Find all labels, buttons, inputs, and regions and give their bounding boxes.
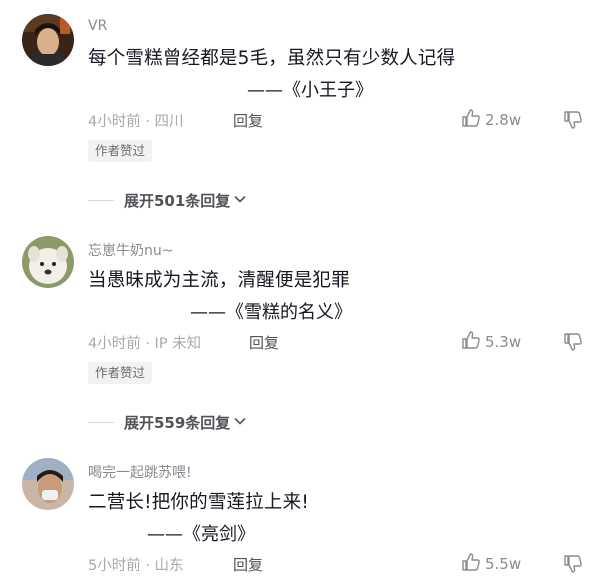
dislike-button[interactable] xyxy=(563,110,583,134)
dislike-button[interactable] xyxy=(563,554,583,578)
comment-text: 当愚昧成为主流，清醒便是犯罪 xyxy=(88,270,350,291)
chevron-down-icon xyxy=(233,191,247,210)
thumbs-up-icon xyxy=(461,330,481,354)
thumbs-up-icon xyxy=(461,108,481,132)
like-button[interactable]: 5.3w xyxy=(461,330,521,354)
thumbs-down-icon xyxy=(563,111,583,134)
like-count: 2.8w xyxy=(485,111,522,129)
divider xyxy=(88,422,114,423)
author-liked-badge: 作者赞过 xyxy=(88,140,153,162)
expand-replies-label: 展开501条回复 xyxy=(124,192,231,210)
thumbs-down-icon xyxy=(563,333,583,356)
comment-time-location: 4小时前 · 四川 xyxy=(88,114,184,130)
like-count: 5.3w xyxy=(485,333,522,351)
like-count: 5.5w xyxy=(485,555,522,573)
comment-text: 每个雪糕曾经都是5毛，虽然只有少数人记得 xyxy=(88,48,456,69)
chevron-down-icon xyxy=(233,413,247,432)
expand-replies-button[interactable]: 展开501条回复 xyxy=(88,190,247,211)
comment-time-location: 5小时前 · 山东 xyxy=(88,558,184,574)
dislike-button[interactable] xyxy=(563,332,583,356)
reply-button[interactable]: 回复 xyxy=(249,332,279,353)
divider xyxy=(88,200,114,201)
like-button[interactable]: 2.8w xyxy=(461,108,521,132)
username[interactable]: 喝完一起跳苏喂! xyxy=(88,462,192,482)
thumbs-down-icon xyxy=(563,555,583,578)
comment-quote: ——《小王子》 xyxy=(247,80,373,101)
reply-button[interactable]: 回复 xyxy=(233,554,263,575)
thumbs-up-icon xyxy=(461,552,481,576)
comment-quote: ——《雪糕的名义》 xyxy=(190,302,352,323)
avatar[interactable] xyxy=(22,236,74,288)
username[interactable]: VR xyxy=(88,18,107,34)
expand-replies-button[interactable]: 展开559条回复 xyxy=(88,412,247,433)
comment-time-location: 4小时前 · IP 未知 xyxy=(88,336,202,352)
reply-button[interactable]: 回复 xyxy=(233,110,263,131)
author-liked-badge: 作者赞过 xyxy=(88,362,153,384)
comment-text: 二营长!把你的雪莲拉上来! xyxy=(88,492,309,513)
like-button[interactable]: 5.5w xyxy=(461,552,521,576)
expand-replies-label: 展开559条回复 xyxy=(124,414,231,432)
avatar[interactable] xyxy=(22,458,74,510)
comment-quote: ——《亮剑》 xyxy=(147,524,255,545)
avatar[interactable] xyxy=(22,14,74,66)
username[interactable]: 忘崽牛奶nu~ xyxy=(88,240,173,260)
